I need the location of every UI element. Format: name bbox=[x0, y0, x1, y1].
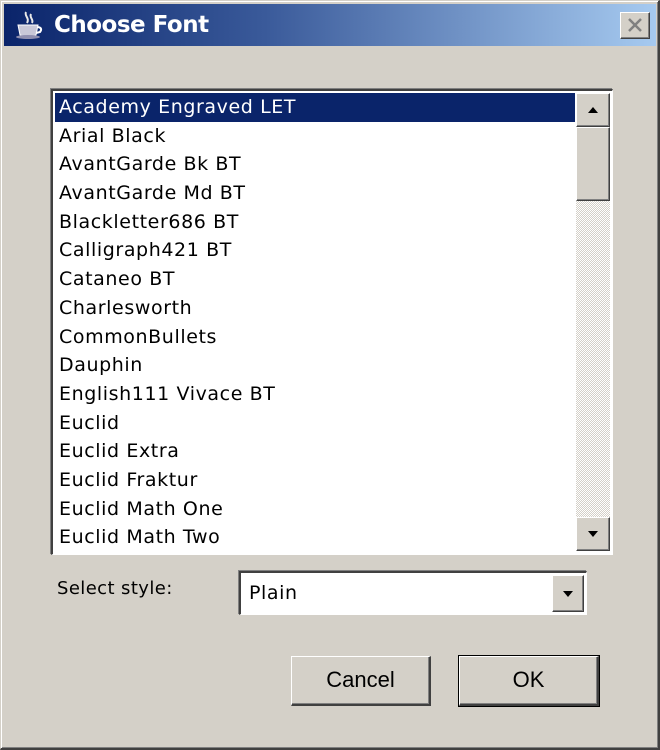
font-list-item[interactable]: AvantGarde Bk BT bbox=[55, 150, 575, 179]
arrow-up-icon bbox=[588, 107, 598, 113]
java-cup-icon bbox=[14, 10, 44, 40]
chevron-down-icon bbox=[563, 591, 573, 597]
font-listbox[interactable]: Academy Engraved LET Arial Black AvantGard… bbox=[51, 89, 613, 555]
cancel-button[interactable]: Cancel bbox=[291, 656, 431, 706]
font-list-item[interactable]: Blackletter686 BT bbox=[55, 208, 575, 237]
close-x-icon bbox=[628, 18, 642, 32]
font-list-item[interactable]: Calligraph421 BT bbox=[55, 236, 575, 265]
title-bar[interactable]: Choose Font bbox=[4, 4, 656, 46]
font-list-item[interactable]: CommonBullets bbox=[55, 323, 575, 352]
style-combobox[interactable]: Plain bbox=[239, 571, 587, 615]
font-list-item[interactable]: Academy Engraved LET bbox=[55, 93, 575, 122]
font-list-items: Academy Engraved LET Arial Black AvantGard… bbox=[55, 93, 575, 553]
select-style-label: Select style: bbox=[57, 578, 173, 599]
font-list-item[interactable]: Arial Black bbox=[55, 122, 575, 151]
close-button[interactable] bbox=[620, 12, 650, 39]
vertical-scrollbar[interactable] bbox=[576, 93, 610, 551]
choose-font-dialog: Choose Font Academy Engraved LET Arial Bl… bbox=[0, 0, 660, 750]
font-list-item[interactable]: Dauphin bbox=[55, 351, 575, 380]
font-list-item[interactable]: Euclid Math Two bbox=[55, 523, 575, 552]
font-list-item[interactable]: Euclid Extra bbox=[55, 437, 575, 466]
dialog-title: Choose Font bbox=[54, 12, 209, 38]
font-list-item[interactable]: AvantGarde Md BT bbox=[55, 179, 575, 208]
font-list-item[interactable]: Charlesworth bbox=[55, 294, 575, 323]
arrow-down-icon bbox=[588, 531, 598, 537]
scroll-thumb[interactable] bbox=[576, 127, 610, 201]
font-list-item[interactable]: Cataneo BT bbox=[55, 265, 575, 294]
ok-button[interactable]: OK bbox=[458, 655, 600, 707]
style-dropdown-button[interactable] bbox=[552, 575, 584, 612]
font-list-item[interactable]: Euclid Fraktur bbox=[55, 466, 575, 495]
style-combobox-value: Plain bbox=[249, 582, 298, 604]
font-list-item[interactable]: Euclid Math One bbox=[55, 495, 575, 524]
scroll-down-button[interactable] bbox=[576, 517, 610, 551]
font-list-item[interactable]: Euclid bbox=[55, 409, 575, 438]
font-list-item[interactable]: English111 Vivace BT bbox=[55, 380, 575, 409]
scroll-up-button[interactable] bbox=[576, 93, 610, 127]
